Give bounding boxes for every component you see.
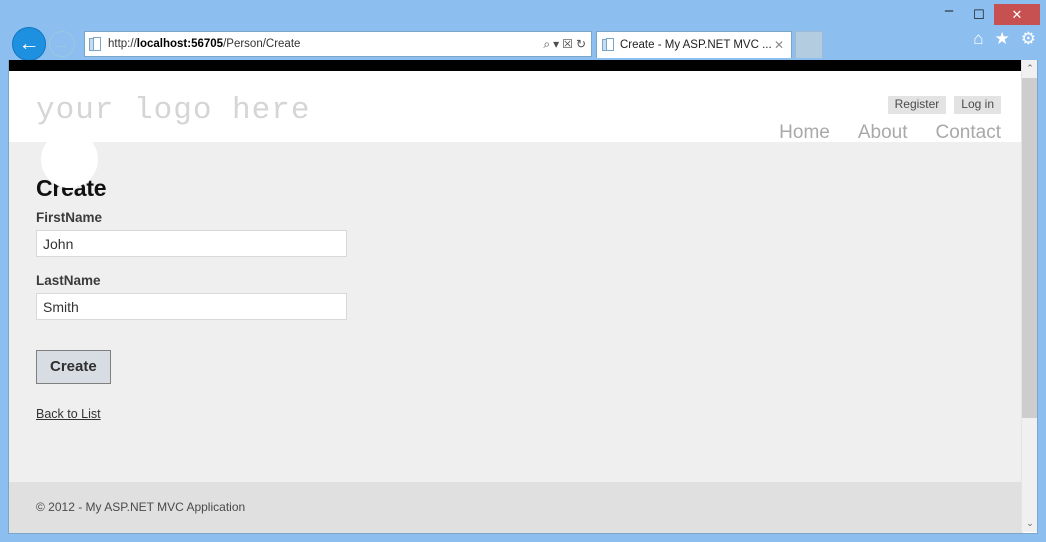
- auth-buttons: Register Log in: [887, 96, 1001, 115]
- scroll-down-button[interactable]: ⌄: [1022, 515, 1037, 532]
- site-logo[interactable]: your logo here: [36, 93, 310, 128]
- site-footer: © 2012 - My ASP.NET MVC Application: [9, 482, 1023, 533]
- nav-item-about[interactable]: About: [858, 122, 908, 144]
- home-icon[interactable]: ⌂: [973, 30, 983, 47]
- browser-chrome: – ☐ ✕ ← → http://localhost:56705/Person/…: [0, 0, 1046, 62]
- site-header: your logo here Register Log in Home Abou…: [9, 71, 1023, 144]
- vertical-scrollbar[interactable]: ⌃ ⌄: [1021, 60, 1037, 532]
- nav-item-contact[interactable]: Contact: [936, 122, 1001, 144]
- scrollbar-thumb[interactable]: [1022, 78, 1037, 418]
- forward-button[interactable]: →: [49, 31, 75, 57]
- browser-command-icons: ⌂ ★ ⚙: [973, 30, 1036, 47]
- scroll-up-button[interactable]: ⌃: [1022, 60, 1037, 77]
- maximize-button[interactable]: ☐: [964, 4, 994, 25]
- firstname-label: FirstName: [36, 210, 103, 225]
- url-text: http://localhost:56705/Person/Create: [108, 38, 301, 50]
- browser-window: – ☐ ✕ ← → http://localhost:56705/Person/…: [0, 0, 1046, 542]
- create-form: Create FirstName LastName Create Back to…: [36, 175, 636, 423]
- compatibility-view-icon[interactable]: ☒: [562, 37, 573, 51]
- window-controls: – ☐ ✕: [934, 3, 1040, 25]
- tab-title: Create - My ASP.NET MVC ...: [620, 39, 771, 51]
- page-body: Create FirstName LastName Create Back to…: [9, 142, 1023, 472]
- page-icon: [89, 36, 102, 52]
- nav-item-home[interactable]: Home: [779, 122, 830, 144]
- refresh-icon[interactable]: ↻: [576, 37, 586, 51]
- browser-tab[interactable]: Create - My ASP.NET MVC ... ✕: [596, 31, 792, 58]
- login-button[interactable]: Log in: [954, 96, 1001, 115]
- lastname-input[interactable]: [36, 293, 347, 320]
- favorites-icon[interactable]: ★: [995, 30, 1010, 47]
- page-top-bar: [9, 60, 1023, 71]
- back-to-list-link[interactable]: Back to List: [36, 407, 101, 421]
- register-button[interactable]: Register: [887, 96, 947, 115]
- search-icon[interactable]: ⌕: [543, 37, 550, 52]
- web-page: your logo here Register Log in Home Abou…: [9, 71, 1023, 533]
- tab-favicon-icon: [602, 38, 615, 52]
- back-button[interactable]: ←: [12, 27, 46, 61]
- close-button[interactable]: ✕: [994, 4, 1040, 25]
- settings-icon[interactable]: ⚙: [1021, 30, 1036, 47]
- logo-circle-decoration: [41, 131, 98, 188]
- address-bar[interactable]: http://localhost:56705/Person/Create ⌕ ▾…: [84, 31, 592, 57]
- main-navigation: Home About Contact: [779, 122, 1001, 144]
- page-title: Create: [36, 175, 107, 201]
- tab-close-icon[interactable]: ✕: [771, 38, 787, 52]
- page-viewport: your logo here Register Log in Home Abou…: [8, 60, 1038, 534]
- firstname-input[interactable]: [36, 230, 347, 257]
- new-tab-button[interactable]: [795, 31, 823, 58]
- chevron-down-icon[interactable]: ▾: [553, 37, 559, 51]
- minimize-button[interactable]: –: [934, 3, 964, 25]
- footer-copyright: © 2012 - My ASP.NET MVC Application: [36, 500, 246, 514]
- address-bar-icons: ⌕ ▾ ☒ ↻: [543, 37, 591, 52]
- create-submit-button[interactable]: Create: [36, 350, 111, 384]
- lastname-label: LastName: [36, 273, 101, 288]
